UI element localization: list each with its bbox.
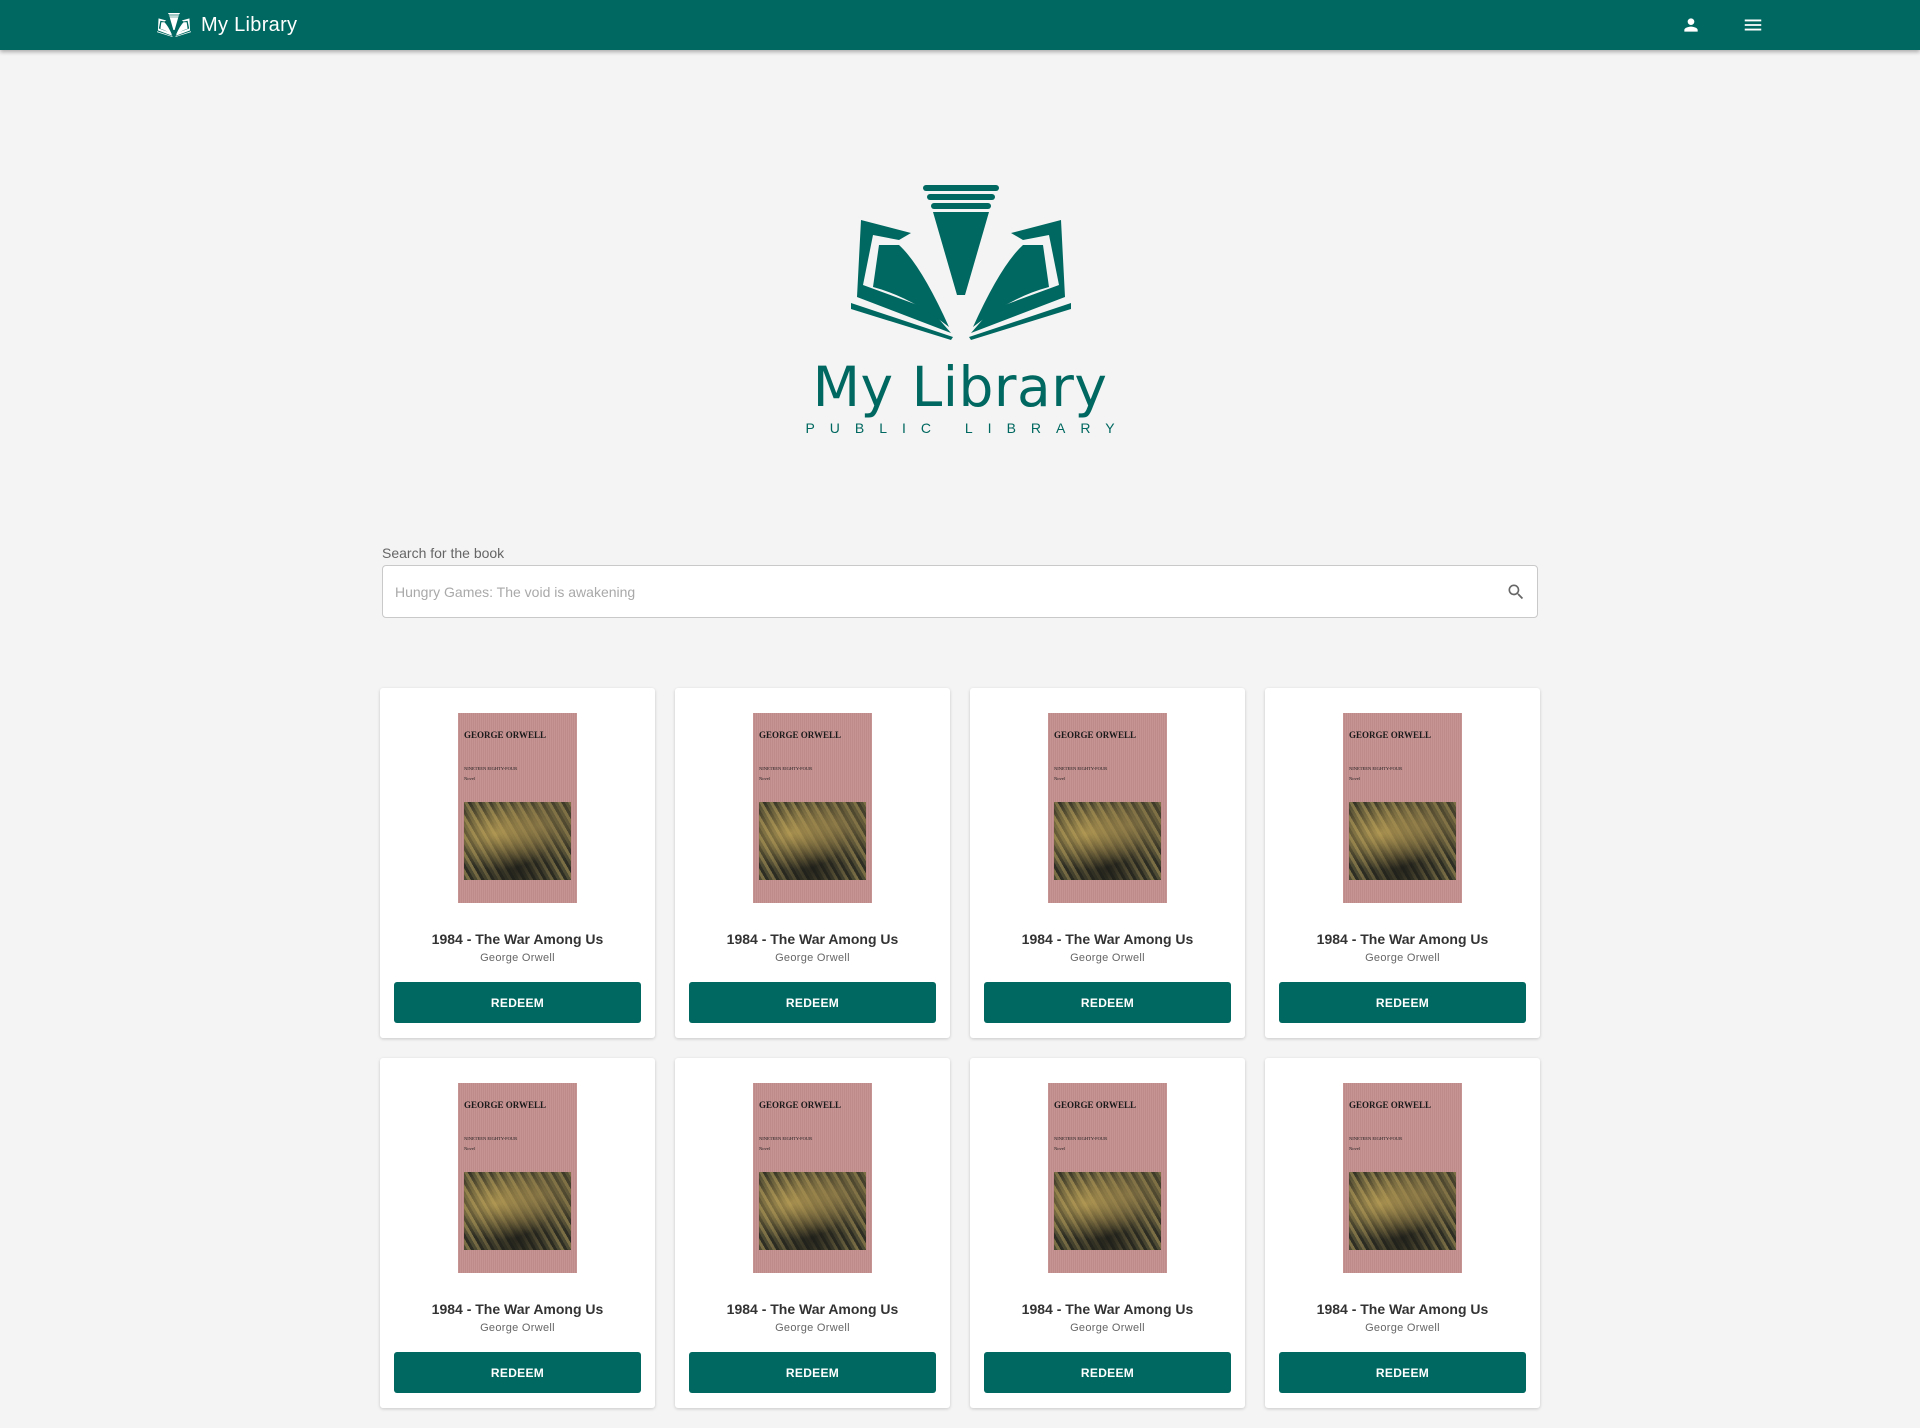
cover-title: NINETEEN EIGHTY-FOUR	[1349, 1136, 1403, 1141]
cover-title: NINETEEN EIGHTY-FOUR	[1054, 1136, 1108, 1141]
book-cover[interactable]: GEORGE ORWELL NINETEEN EIGHTY-FOUR Novel	[458, 1083, 577, 1273]
cover-artwork	[1054, 1172, 1161, 1250]
cover-kind: Novel	[1054, 776, 1065, 781]
redeem-button[interactable]: REDEEM	[689, 982, 936, 1023]
library-logo-icon	[851, 185, 1071, 340]
account-button[interactable]	[1676, 10, 1706, 40]
top-app-bar: My Library	[0, 0, 1920, 50]
book-card: GEORGE ORWELL NINETEEN EIGHTY-FOUR Novel…	[1265, 1058, 1540, 1408]
cover-title: NINETEEN EIGHTY-FOUR	[464, 1136, 518, 1141]
book-title: 1984 - The War Among Us	[1316, 931, 1489, 947]
cover-author: GEORGE ORWELL	[759, 1100, 841, 1110]
cover-kind: Novel	[759, 776, 770, 781]
search-label: Search for the book	[382, 545, 505, 561]
book-author: George Orwell	[775, 952, 850, 964]
book-author: George Orwell	[480, 952, 555, 964]
cover-title: NINETEEN EIGHTY-FOUR	[464, 766, 518, 771]
book-cover[interactable]: GEORGE ORWELL NINETEEN EIGHTY-FOUR Novel	[753, 713, 872, 903]
book-author: George Orwell	[1365, 1322, 1440, 1334]
book-title: 1984 - The War Among Us	[1021, 1301, 1194, 1317]
book-author: George Orwell	[775, 1322, 850, 1334]
cover-title: NINETEEN EIGHTY-FOUR	[1054, 766, 1108, 771]
cover-title: NINETEEN EIGHTY-FOUR	[759, 1136, 813, 1141]
cover-artwork	[1054, 802, 1161, 880]
book-card: GEORGE ORWELL NINETEEN EIGHTY-FOUR Novel…	[970, 688, 1245, 1038]
book-card: GEORGE ORWELL NINETEEN EIGHTY-FOUR Novel…	[970, 1058, 1245, 1408]
cover-artwork	[464, 1172, 571, 1250]
book-cover[interactable]: GEORGE ORWELL NINETEEN EIGHTY-FOUR Novel	[458, 713, 577, 903]
book-title: 1984 - The War Among Us	[431, 1301, 604, 1317]
cover-kind: Novel	[464, 776, 475, 781]
book-cover[interactable]: GEORGE ORWELL NINETEEN EIGHTY-FOUR Novel	[1343, 713, 1462, 903]
book-card: GEORGE ORWELL NINETEEN EIGHTY-FOUR Novel…	[675, 1058, 950, 1408]
book-author: George Orwell	[1070, 1322, 1145, 1334]
cover-author: GEORGE ORWELL	[464, 1100, 546, 1110]
search-field	[382, 565, 1538, 618]
cover-artwork	[759, 802, 866, 880]
cover-kind: Novel	[1054, 1146, 1065, 1151]
search-icon	[1508, 584, 1524, 600]
user-icon	[1684, 18, 1698, 32]
cover-title: NINETEEN EIGHTY-FOUR	[1349, 766, 1403, 771]
book-title: 1984 - The War Among Us	[431, 931, 604, 947]
app-name: My Library	[201, 13, 298, 36]
redeem-button[interactable]: REDEEM	[984, 1352, 1231, 1393]
hero-title: My Library	[812, 355, 1108, 419]
cover-kind: Novel	[464, 1146, 475, 1151]
redeem-button[interactable]: REDEEM	[984, 982, 1231, 1023]
cover-author: GEORGE ORWELL	[1349, 1100, 1431, 1110]
cover-author: GEORGE ORWELL	[759, 730, 841, 740]
cover-kind: Novel	[1349, 1146, 1360, 1151]
book-author: George Orwell	[480, 1322, 555, 1334]
book-card: GEORGE ORWELL NINETEEN EIGHTY-FOUR Novel…	[675, 688, 950, 1038]
cover-author: GEORGE ORWELL	[1054, 730, 1136, 740]
book-title: 1984 - The War Among Us	[1021, 931, 1194, 947]
cover-kind: Novel	[1349, 776, 1360, 781]
redeem-button[interactable]: REDEEM	[394, 1352, 641, 1393]
book-card: GEORGE ORWELL NINETEEN EIGHTY-FOUR Novel…	[380, 1058, 655, 1408]
redeem-button[interactable]: REDEEM	[394, 982, 641, 1023]
book-grid: GEORGE ORWELL NINETEEN EIGHTY-FOUR Novel…	[380, 688, 1540, 1408]
menu-button[interactable]	[1738, 10, 1768, 40]
book-title: 1984 - The War Among Us	[726, 931, 899, 947]
book-author: George Orwell	[1070, 952, 1145, 964]
search-button[interactable]	[1503, 579, 1529, 605]
book-cover[interactable]: GEORGE ORWELL NINETEEN EIGHTY-FOUR Novel	[753, 1083, 872, 1273]
book-cover[interactable]: GEORGE ORWELL NINETEEN EIGHTY-FOUR Novel	[1343, 1083, 1462, 1273]
redeem-button[interactable]: REDEEM	[1279, 1352, 1526, 1393]
book-cover[interactable]: GEORGE ORWELL NINETEEN EIGHTY-FOUR Novel	[1048, 713, 1167, 903]
cover-artwork	[464, 802, 571, 880]
cover-artwork	[1349, 802, 1456, 880]
redeem-button[interactable]: REDEEM	[1279, 982, 1526, 1023]
book-author: George Orwell	[1365, 952, 1440, 964]
hero-subtitle: PUBLIC LIBRARY	[805, 420, 1130, 436]
brand-home-link[interactable]: My Library	[157, 10, 297, 40]
book-title: 1984 - The War Among Us	[726, 1301, 899, 1317]
cover-author: GEORGE ORWELL	[1054, 1100, 1136, 1110]
redeem-button[interactable]: REDEEM	[689, 1352, 936, 1393]
book-cover[interactable]: GEORGE ORWELL NINETEEN EIGHTY-FOUR Novel	[1048, 1083, 1167, 1273]
search-input[interactable]	[395, 566, 1475, 617]
book-card: GEORGE ORWELL NINETEEN EIGHTY-FOUR Novel…	[1265, 688, 1540, 1038]
book-card: GEORGE ORWELL NINETEEN EIGHTY-FOUR Novel…	[380, 688, 655, 1038]
cover-artwork	[1349, 1172, 1456, 1250]
cover-author: GEORGE ORWELL	[1349, 730, 1431, 740]
cover-artwork	[759, 1172, 866, 1250]
book-logo-icon	[157, 13, 191, 37]
cover-kind: Novel	[759, 1146, 770, 1151]
cover-author: GEORGE ORWELL	[464, 730, 546, 740]
book-title: 1984 - The War Among Us	[1316, 1301, 1489, 1317]
menu-icon	[1744, 19, 1762, 31]
cover-title: NINETEEN EIGHTY-FOUR	[759, 766, 813, 771]
